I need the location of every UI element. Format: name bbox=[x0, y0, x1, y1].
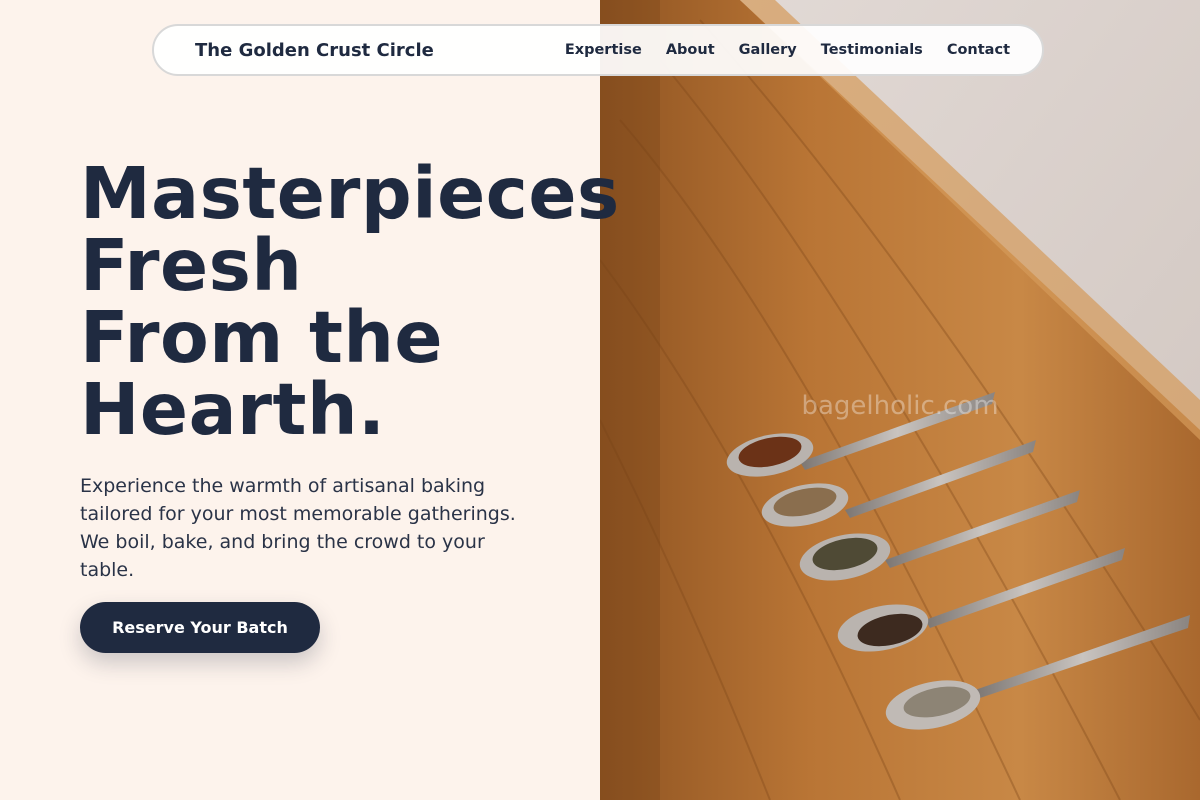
nav-link-expertise[interactable]: Expertise bbox=[565, 42, 642, 58]
reserve-batch-button[interactable]: Reserve Your Batch bbox=[80, 602, 320, 653]
landing-page: bagelholic.com The Golden Crust Circle E… bbox=[0, 0, 1200, 800]
nav-link-contact[interactable]: Contact bbox=[947, 42, 1010, 58]
brand-logo[interactable]: The Golden Crust Circle bbox=[195, 40, 565, 61]
hero-title-line: Masterpieces bbox=[80, 152, 620, 235]
top-navbar: The Golden Crust Circle Expertise About … bbox=[152, 24, 1044, 76]
hero-title-line: Hearth. bbox=[80, 368, 386, 451]
hero-image: bagelholic.com bbox=[600, 0, 1200, 800]
nav-link-testimonials[interactable]: Testimonials bbox=[821, 42, 923, 58]
nav-link-about[interactable]: About bbox=[666, 42, 715, 58]
nav-links: Expertise About Gallery Testimonials Con… bbox=[565, 42, 1010, 58]
hero-title-line: Fresh bbox=[80, 224, 303, 307]
watermark-text: bagelholic.com bbox=[801, 391, 998, 421]
hero-title: Masterpieces Fresh From the Hearth. bbox=[80, 158, 620, 446]
hero-description: Experience the warmth of artisanal bakin… bbox=[80, 475, 516, 581]
hero-title-line: From the bbox=[80, 296, 444, 379]
nav-link-gallery[interactable]: Gallery bbox=[739, 42, 797, 58]
